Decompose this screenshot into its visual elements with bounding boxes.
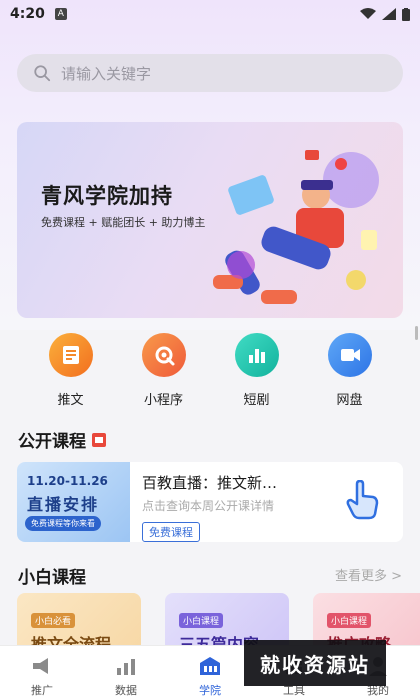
tab-data[interactable]: 数据 (84, 646, 168, 700)
hand-pointer-icon (346, 480, 379, 520)
banner-subtitle: 免费课程 + 赋能团长 + 助力博主 (41, 216, 206, 229)
tab-promote[interactable]: 推广 (0, 646, 84, 700)
gear-tools-icon (141, 333, 186, 377)
beginner-course-title: 小白课程 (18, 563, 86, 588)
quick-action-label: 短剧 (243, 393, 270, 408)
battery-icon (402, 7, 410, 21)
live-badge-icon (92, 432, 106, 447)
status-bar: 4:20 A (0, 0, 420, 28)
promo-banner[interactable]: 青风学院加持 免费课程 + 赋能团长 + 助力博主 (17, 122, 403, 318)
chart-icon (117, 659, 135, 675)
thumb-date: 11.20-11.26 (27, 474, 108, 488)
watermark: 就收资源站 (244, 640, 386, 686)
tab-label: 学院 (199, 684, 221, 697)
free-course-badge: 免费课程 (142, 522, 200, 542)
quick-action-netdisk[interactable]: 网盘 (315, 333, 385, 413)
video-icon (327, 333, 372, 377)
course-info: 百教直播：推文新… 点击查询本周公开课详情 免费课程 (130, 462, 403, 542)
banner-title: 青风学院加持 (41, 184, 173, 208)
thumb-tag: 免费课程等你来看 (25, 516, 101, 531)
section-title-text: 公开课程 (18, 432, 86, 452)
bar-chart-icon (234, 333, 279, 377)
public-course-title: 公开课程 (18, 427, 106, 452)
quick-action-label: 网盘 (336, 393, 363, 408)
search-bar[interactable]: 请输入关键字 (17, 54, 403, 92)
beginner-course-card[interactable]: 小白必看 推文全流程 (17, 593, 141, 653)
public-course-card[interactable]: 11.20-11.26 直播安排 免费课程等你来看 百教直播：推文新… 点击查询… (17, 462, 403, 542)
tab-label: 推广 (31, 684, 53, 697)
course-tag: 小白课程 (327, 613, 372, 628)
status-time: 4:20 (10, 6, 45, 22)
search-icon (34, 65, 51, 82)
course-thumbnail: 11.20-11.26 直播安排 免费课程等你来看 (17, 462, 130, 542)
quick-action-tuiwen[interactable]: 推文 (36, 333, 106, 413)
quick-action-drama[interactable]: 短剧 (222, 333, 292, 413)
search-placeholder: 请输入关键字 (61, 64, 152, 83)
document-icon (48, 333, 93, 377)
signal-icon (382, 8, 396, 20)
school-icon (200, 657, 220, 675)
quick-action-label: 推文 (57, 393, 84, 408)
megaphone-icon (33, 658, 48, 674)
course-tag: 小白必看 (31, 613, 76, 628)
notification-icon: A (54, 8, 67, 20)
quick-action-miniprogram[interactable]: 小程序 (129, 333, 199, 413)
status-icons (360, 7, 410, 21)
tab-academy[interactable]: 学院 (168, 646, 252, 700)
banner-illustration (213, 150, 379, 304)
tab-label: 数据 (115, 684, 137, 697)
section-title-text: 小白课程 (18, 568, 86, 588)
wifi-icon (360, 8, 376, 19)
course-tag: 小白课程 (179, 613, 224, 628)
quick-actions: 推文 小程序 短剧 网盘 (0, 333, 420, 413)
quick-action-label: 小程序 (143, 393, 183, 408)
see-more-link[interactable]: 查看更多 > (335, 565, 402, 584)
thumb-title: 直播安排 (27, 495, 100, 514)
